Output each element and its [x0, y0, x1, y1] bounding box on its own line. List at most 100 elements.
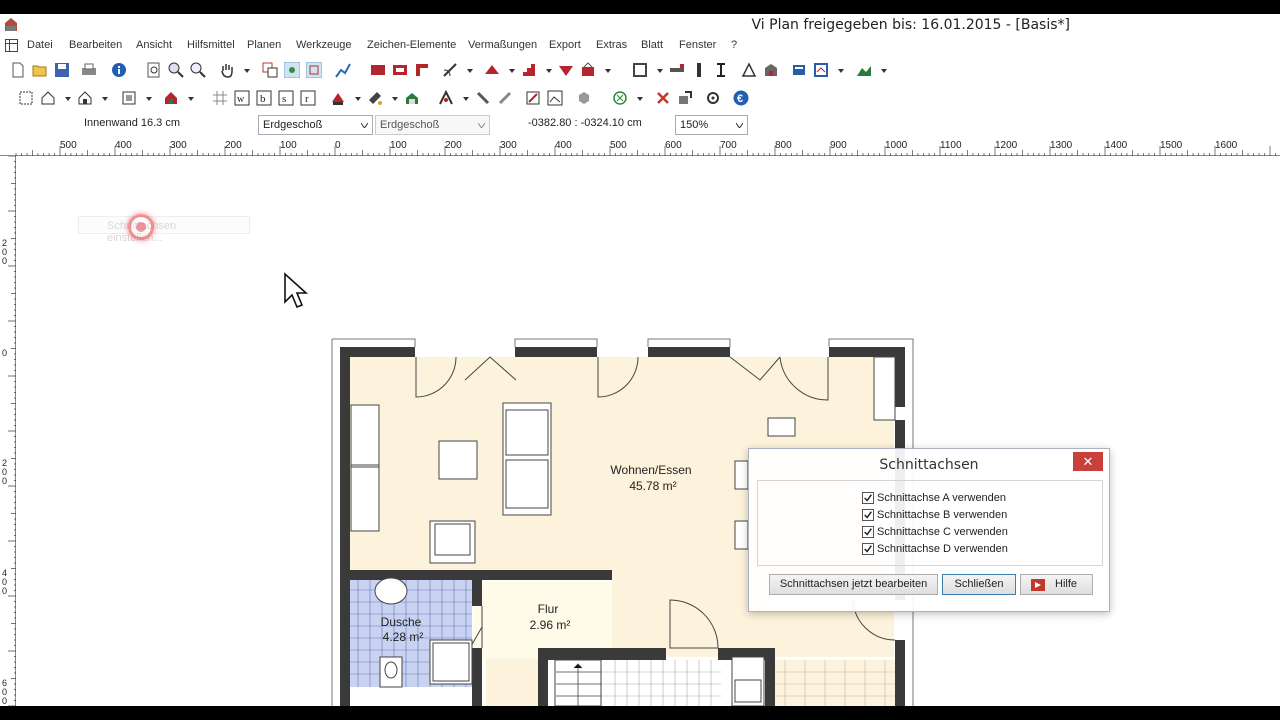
texture-icon[interactable]: [404, 90, 420, 106]
menu-hilfsmittel[interactable]: Hilfsmittel: [187, 39, 235, 51]
delete-icon[interactable]: [655, 90, 671, 106]
layer-icon[interactable]: [791, 62, 807, 78]
info-icon[interactable]: [111, 62, 127, 78]
snap-object-icon[interactable]: [306, 62, 322, 78]
house-icon[interactable]: [40, 90, 56, 106]
grid-select-icon[interactable]: [212, 90, 228, 106]
svg-text:r: r: [305, 93, 309, 105]
cube-icon[interactable]: [576, 90, 592, 106]
chevron-down-icon[interactable]: [657, 69, 663, 73]
chevron-down-icon[interactable]: [509, 69, 515, 73]
stairs-tool-icon[interactable]: [521, 62, 537, 78]
snap-grid-icon[interactable]: [284, 62, 300, 78]
circle-x-icon[interactable]: [612, 90, 628, 106]
menu-blatt[interactable]: Blatt: [641, 39, 663, 51]
chevron-down-icon[interactable]: [65, 97, 71, 101]
building-icon[interactable]: [121, 90, 137, 106]
chart-measure-icon[interactable]: [335, 62, 351, 78]
hammer-icon[interactable]: [475, 90, 491, 106]
menu-extras[interactable]: Extras: [596, 39, 627, 51]
chevron-down-icon[interactable]: [838, 69, 844, 73]
close-button[interactable]: Schließen: [942, 574, 1016, 595]
menu-ansicht[interactable]: Ansicht: [136, 39, 172, 51]
object-tool-icon[interactable]: [580, 62, 596, 78]
w-icon[interactable]: w: [234, 90, 250, 106]
fill-icon[interactable]: [367, 90, 383, 106]
pan-hand-icon[interactable]: [219, 62, 235, 78]
settings-icon[interactable]: [705, 90, 721, 106]
chevron-down-icon[interactable]: [146, 97, 152, 101]
window-menu-icon[interactable]: [5, 39, 18, 52]
paint-icon[interactable]: [330, 90, 346, 106]
euro-icon[interactable]: €: [733, 90, 749, 106]
house-red-icon[interactable]: [163, 90, 179, 106]
zoom-window-icon[interactable]: [168, 62, 184, 78]
house-outline-icon[interactable]: [77, 90, 93, 106]
horizontal-ruler: 500 400 300 200 100 0 100 200 300 400 500 600 700 800…: [0, 138, 1280, 156]
zoom-select[interactable]: 150%: [675, 115, 748, 135]
save-icon[interactable]: [54, 62, 70, 78]
image-icon[interactable]: [547, 90, 563, 106]
chevron-down-icon[interactable]: [188, 97, 194, 101]
drawing-canvas[interactable]: Wohnen/Essen 45.78 m² Dusche 4.28 m² Flu…: [16, 156, 1280, 706]
window-tool-icon[interactable]: [632, 62, 648, 78]
ceiling-tool-icon[interactable]: [558, 62, 574, 78]
text-cursor-icon[interactable]: [713, 62, 729, 78]
menu-fenster[interactable]: Fenster: [679, 39, 716, 51]
dialog-close-button[interactable]: ✕: [1073, 452, 1103, 471]
print-icon[interactable]: [81, 62, 97, 78]
light-icon[interactable]: [438, 90, 454, 106]
wall-tool-2-icon[interactable]: [392, 62, 408, 78]
open-folder-icon[interactable]: [32, 62, 48, 78]
zoom-in-icon[interactable]: [190, 62, 206, 78]
wall-tool-icon[interactable]: [370, 62, 386, 78]
chevron-down-icon[interactable]: [355, 97, 361, 101]
floor-select-secondary[interactable]: Erdgeschoß: [375, 115, 490, 135]
floor-select[interactable]: Erdgeschoß: [258, 115, 373, 135]
menu-vermassungen[interactable]: Vermaßungen: [468, 39, 537, 51]
chevron-down-icon[interactable]: [463, 97, 469, 101]
copy-icon[interactable]: [262, 62, 278, 78]
beam-tool-icon[interactable]: [669, 62, 685, 78]
3d-view-icon[interactable]: [763, 62, 779, 78]
menu-bearbeiten[interactable]: Bearbeiten: [69, 39, 122, 51]
chevron-down-icon: [736, 123, 743, 128]
terrain-icon[interactable]: [856, 62, 872, 78]
checkbox-checked-icon[interactable]: [862, 543, 874, 555]
chevron-down-icon[interactable]: [467, 69, 473, 73]
help-button[interactable]: Hilfe: [1020, 574, 1093, 595]
opening-icon[interactable]: [442, 62, 458, 78]
new-file-icon[interactable]: [10, 62, 26, 78]
select-frame-icon[interactable]: [18, 90, 34, 106]
zoom-page-icon[interactable]: [146, 62, 162, 78]
wall-edit-icon[interactable]: [414, 62, 430, 78]
edit-axes-button[interactable]: Schnittachsen jetzt bearbeiten: [769, 574, 938, 595]
menu-help[interactable]: ?: [731, 39, 737, 51]
chevron-down-icon[interactable]: [605, 69, 611, 73]
dimension-tool-icon[interactable]: [741, 62, 757, 78]
checkbox-checked-icon[interactable]: [862, 509, 874, 521]
chevron-down-icon[interactable]: [392, 97, 398, 101]
chevron-down-icon[interactable]: [244, 69, 250, 73]
roof-tool-icon[interactable]: [484, 62, 500, 78]
r-icon[interactable]: r: [300, 90, 316, 106]
s-icon[interactable]: s: [278, 90, 294, 106]
chevron-down-icon[interactable]: [546, 69, 552, 73]
menu-planen[interactable]: Planen: [247, 39, 281, 51]
menu-datei[interactable]: Datei: [27, 39, 53, 51]
b-icon[interactable]: b: [256, 90, 272, 106]
column-tool-icon[interactable]: [691, 62, 707, 78]
move-icon[interactable]: [677, 90, 693, 106]
checkbox-checked-icon[interactable]: [862, 492, 874, 504]
tool-icon[interactable]: [497, 90, 513, 106]
checkbox-checked-icon[interactable]: [862, 526, 874, 538]
menu-export[interactable]: Export: [549, 39, 581, 51]
floor-plan[interactable]: Wohnen/Essen 45.78 m² Dusche 4.28 m² Flu…: [16, 156, 1280, 706]
edit-object-icon[interactable]: [525, 90, 541, 106]
chevron-down-icon[interactable]: [881, 69, 887, 73]
chevron-down-icon[interactable]: [637, 97, 643, 101]
chevron-down-icon[interactable]: [102, 97, 108, 101]
menu-zeichen-elemente[interactable]: Zeichen-Elemente: [367, 39, 456, 51]
report-icon[interactable]: [813, 62, 829, 78]
menu-werkzeuge[interactable]: Werkzeuge: [296, 39, 351, 51]
